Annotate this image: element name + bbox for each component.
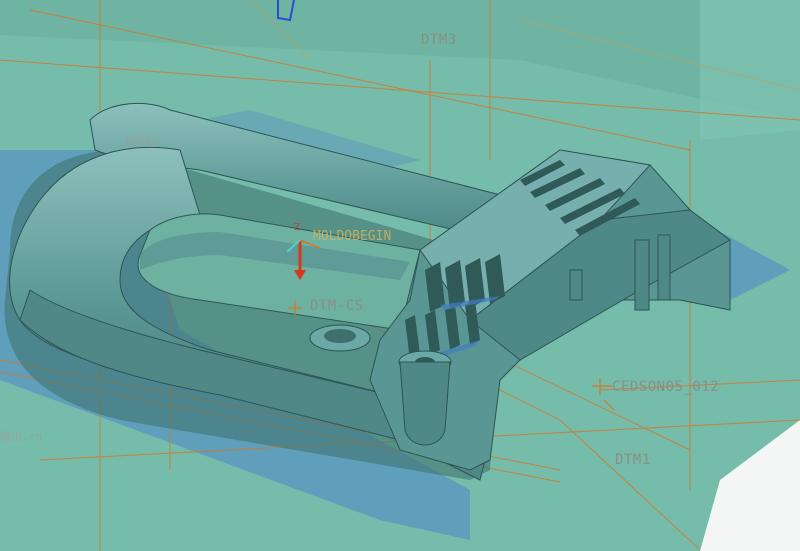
cad-3d-viewport[interactable]: Z DTM3 DTM2 DTM1 DTM-CS MOLDOBEGIN CEDSO… (0, 0, 800, 551)
support-leg (569, 269, 583, 301)
datum-label-cedson[interactable]: CEDSON05_012 (612, 379, 719, 395)
datum-label-dtm2[interactable]: DTM2 (126, 136, 157, 151)
datum-label-dtm3[interactable]: DTM3 (421, 32, 457, 48)
datum-label-csys[interactable]: DTM-CS (310, 298, 364, 314)
z-axis-label: Z (294, 222, 301, 233)
support-leg (634, 239, 650, 311)
datum-label-bottom-left: 输出.тп (0, 429, 42, 443)
datum-label-dtm1[interactable]: DTM1 (615, 452, 651, 468)
datum-label-model-csys[interactable]: MOLDOBEGIN (313, 229, 391, 244)
support-leg (657, 234, 671, 301)
model-canvas[interactable]: Z DTM3 DTM2 DTM1 DTM-CS MOLDOBEGIN CEDSO… (0, 0, 800, 551)
